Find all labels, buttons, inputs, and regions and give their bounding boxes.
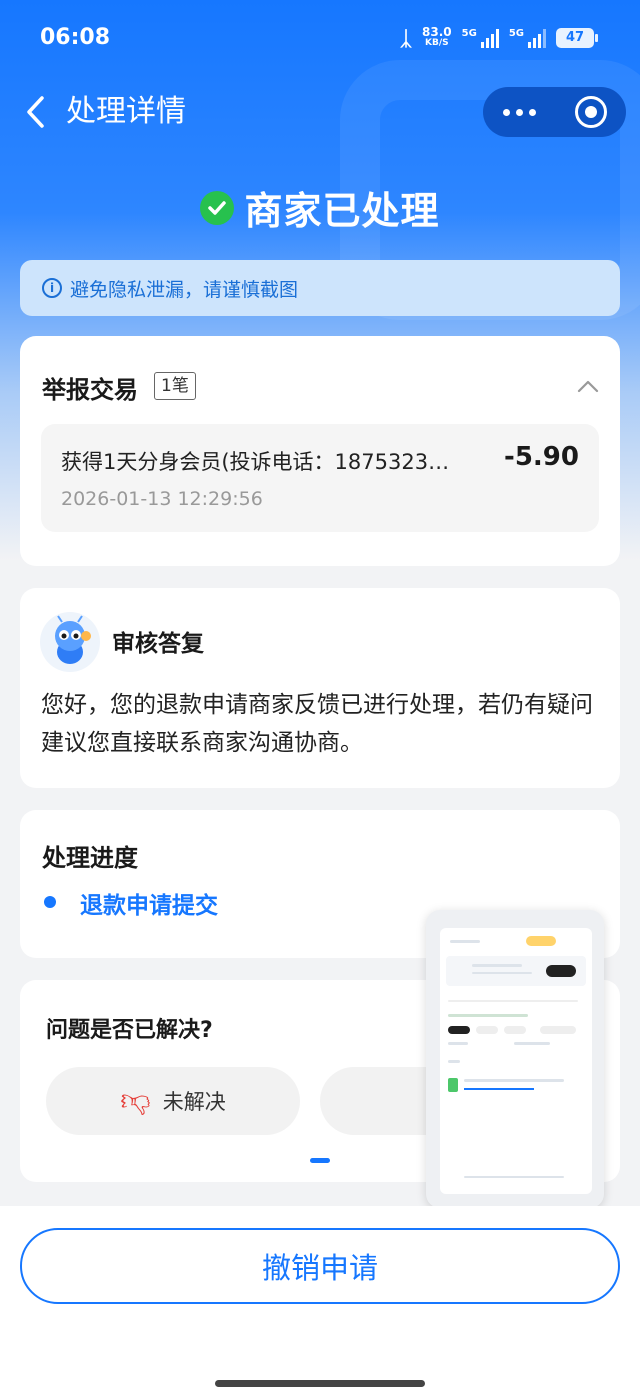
chevron-left-icon: [27, 96, 44, 128]
more-dots-icon: [502, 108, 510, 116]
network-speed: 83.0 KB/S: [422, 25, 452, 49]
unresolved-label: 未解决: [162, 1090, 226, 1114]
status-title: 商家已处理: [244, 189, 440, 233]
network-type: 5G: [461, 28, 477, 39]
chevron-up-icon[interactable]: [576, 374, 600, 398]
review-reply-card: 审核答复 您好，您的退款申请商家反馈已进行处理，若仍有疑问建议您直接联系商家沟通…: [20, 588, 620, 788]
status-icons: ᛣ 83.0 KB/S 5G 5G 47: [400, 25, 598, 50]
miniapp-capsule: [483, 87, 626, 137]
floating-window-thumbnail[interactable]: [426, 910, 604, 1208]
signal-icon-2: 5G: [509, 28, 546, 48]
page-indicator: [310, 1158, 330, 1163]
check-circle-icon: [200, 190, 235, 225]
card-title: 处理进度: [42, 844, 138, 872]
bottom-action-bar: 撤销申请: [0, 1206, 640, 1400]
thumbnail-content: [440, 928, 592, 1194]
unresolved-button[interactable]: 👎︎ 未解决: [46, 1067, 300, 1135]
back-button[interactable]: [22, 92, 52, 132]
status-time: 06:08: [40, 25, 111, 50]
speed-unit: KB/S: [425, 38, 449, 48]
review-message: 您好，您的退款申请商家反馈已进行处理，若仍有疑问建议您直接联系商家沟通协商。: [41, 692, 593, 756]
info-icon: i: [42, 278, 62, 298]
cancel-request-button[interactable]: 撤销申请: [20, 1228, 620, 1304]
close-miniapp-button[interactable]: [555, 87, 626, 137]
privacy-notice: i 避免隐私泄漏，请谨慎截图: [20, 260, 620, 316]
transaction-time: 2026-01-13 12:29:56: [61, 488, 263, 510]
feedback-question: 问题是否已解决?: [46, 1018, 213, 1043]
privacy-notice-text: 避免隐私泄漏，请谨慎截图: [70, 278, 299, 301]
status-headline: 商家已处理: [0, 180, 640, 235]
bluetooth-icon: ᛣ: [400, 26, 413, 50]
home-indicator[interactable]: [215, 1380, 425, 1387]
transaction-amount: -5.90: [504, 442, 579, 472]
more-button[interactable]: [483, 87, 555, 137]
ant-mascot-avatar: [40, 612, 100, 672]
status-bar: 06:08 ᛣ 83.0 KB/S 5G 5G 47: [0, 0, 640, 80]
thumbs-down-icon: 👎︎: [120, 1083, 151, 1118]
report-transaction-card: 举报交易 1笔 获得1天分身会员(投诉电话：1875323… -5.90 202…: [20, 336, 620, 566]
card-title: 审核答复: [112, 631, 204, 657]
target-circle-icon: [574, 96, 607, 128]
speed-value: 83.0: [422, 25, 452, 39]
progress-dot-icon: [44, 896, 56, 908]
card-title: 举报交易: [42, 376, 138, 404]
battery-icon: 47: [556, 28, 598, 48]
count-badge: 1笔: [154, 372, 196, 400]
transaction-item[interactable]: 获得1天分身会员(投诉电话：1875323… -5.90 2026-01-13 …: [41, 424, 599, 532]
progress-step: 退款申请提交: [80, 893, 218, 919]
network-type-2: 5G: [508, 28, 524, 39]
signal-icon: 5G: [462, 28, 499, 48]
page-title: 处理详情: [66, 94, 186, 129]
transaction-name: 获得1天分身会员(投诉电话：1875323…: [61, 450, 450, 474]
